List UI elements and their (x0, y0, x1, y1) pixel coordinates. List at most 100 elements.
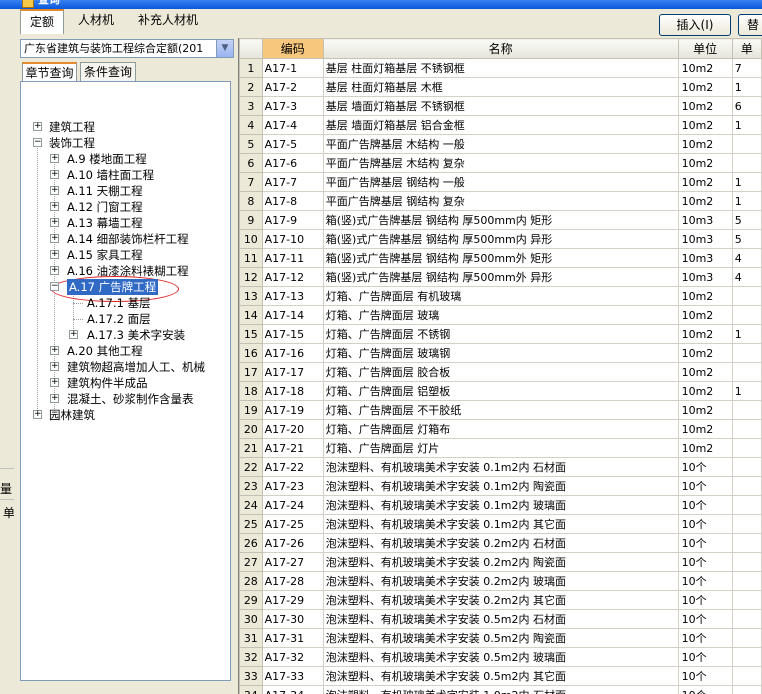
tree-node-label: A.17.2 面层 (87, 312, 151, 326)
table-row[interactable]: 31 A17-31 泡沫塑料、有机玻璃美术字安装 0.5m2内 陶瓷面 10个 (239, 628, 762, 648)
tree-node[interactable]: + A.12 门窗工程 (21, 199, 230, 215)
tree-node[interactable]: − 装饰工程 (21, 135, 230, 151)
code-cell: A17-11 (261, 248, 324, 268)
expand-icon[interactable]: + (50, 202, 59, 211)
table-row[interactable]: 27 A17-27 泡沫塑料、有机玻璃美术字安装 0.2m2内 陶瓷面 10个 (239, 552, 762, 572)
tab-supplementary-materials[interactable]: 补充人材机 (130, 9, 206, 32)
unit-cell: 10个 (677, 495, 733, 515)
expand-icon[interactable]: + (50, 154, 59, 163)
insert-button[interactable]: 插入(I) (659, 14, 731, 36)
table-row[interactable]: 23 A17-23 泡沫塑料、有机玻璃美术字安装 0.1m2内 陶瓷面 10个 (239, 476, 762, 496)
row-number: 12 (239, 267, 263, 287)
header-name[interactable]: 名称 (322, 38, 679, 59)
table-row[interactable]: 14 A17-14 灯箱、广告牌面层 玻璃 10m2 (239, 305, 762, 325)
expand-icon[interactable]: + (33, 410, 42, 419)
table-row[interactable]: 22 A17-22 泡沫塑料、有机玻璃美术字安装 0.1m2内 石材面 10个 (239, 457, 762, 477)
table-row[interactable]: 4 A17-4 基层 墙面灯箱基层 铝合金框 10m2 1 (239, 115, 762, 135)
tree-node[interactable]: + A.20 其他工程 (21, 343, 230, 359)
tab-quota[interactable]: 定额 (20, 9, 64, 34)
replace-button[interactable]: 替 (738, 14, 762, 36)
table-row[interactable]: 11 A17-11 箱(竖)式广告牌基层 钢结构 厚500mm外 矩形 10m3 4 (239, 248, 762, 268)
chevron-down-icon[interactable]: ▼ (216, 40, 233, 57)
expand-icon[interactable]: + (50, 378, 59, 387)
tab-labor-materials[interactable]: 人材机 (70, 9, 122, 32)
tree-node[interactable]: A.17.2 面层 (21, 311, 230, 327)
table-row[interactable]: 32 A17-32 泡沫塑料、有机玻璃美术字安装 0.5m2内 玻璃面 10个 (239, 647, 762, 667)
table-row[interactable]: 16 A17-16 灯箱、广告牌面层 玻璃钢 10m2 (239, 343, 762, 363)
collapse-icon[interactable]: − (50, 282, 59, 291)
expand-icon[interactable]: + (50, 218, 59, 227)
table-row[interactable]: 2 A17-2 基层 柱面灯箱基层 木框 10m2 1 (239, 77, 762, 97)
header-unit[interactable]: 单位 (677, 38, 733, 59)
table-row[interactable]: 30 A17-30 泡沫塑料、有机玻璃美术字安装 0.5m2内 石材面 10个 (239, 609, 762, 629)
table-row[interactable]: 8 A17-8 平面广告牌基层 钢结构 复杂 10m2 1 (239, 191, 762, 211)
table-row[interactable]: 19 A17-19 灯箱、广告牌面层 不干胶纸 10m2 (239, 400, 762, 420)
tree-node[interactable]: + A.13 幕墙工程 (21, 215, 230, 231)
table-row[interactable]: 24 A17-24 泡沫塑料、有机玻璃美术字安装 0.1m2内 玻璃面 10个 (239, 495, 762, 515)
table-row[interactable]: 10 A17-10 箱(竖)式广告牌基层 钢结构 厚500mm内 异形 10m3 5 (239, 229, 762, 249)
tree-node[interactable]: + A.16 油漆涂料裱糊工程 (21, 263, 230, 279)
tree-node[interactable]: + A.11 天棚工程 (21, 183, 230, 199)
library-select[interactable]: 广东省建筑与装饰工程综合定额(201 ▼ (20, 39, 234, 58)
tree-node[interactable]: + A.10 墙柱面工程 (21, 167, 230, 183)
tree-node[interactable]: + 园林建筑 (21, 407, 230, 423)
expand-icon[interactable]: + (50, 250, 59, 259)
table-row[interactable]: 7 A17-7 平面广告牌基层 钢结构 一般 10m2 1 (239, 172, 762, 192)
table-row[interactable]: 5 A17-5 平面广告牌基层 木结构 一般 10m2 (239, 134, 762, 154)
table-row[interactable]: 29 A17-29 泡沫塑料、有机玻璃美术字安装 0.2m2内 其它面 10个 (239, 590, 762, 610)
table-row[interactable]: 28 A17-28 泡沫塑料、有机玻璃美术字安装 0.2m2内 玻璃面 10个 (239, 571, 762, 591)
table-row[interactable]: 12 A17-12 箱(竖)式广告牌基层 钢结构 厚500mm外 异形 10m3 4 (239, 267, 762, 287)
tree-node[interactable]: + A.14 细部装饰栏杆工程 (21, 231, 230, 247)
expand-icon[interactable]: + (33, 122, 42, 131)
tree-node[interactable]: A.17.1 基层 (21, 295, 230, 311)
tab-condition-query[interactable]: 条件查询 (80, 62, 136, 81)
code-cell: A17-14 (261, 305, 324, 325)
table-row[interactable]: 17 A17-17 灯箱、广告牌面层 胶合板 10m2 (239, 362, 762, 382)
table-row[interactable]: 9 A17-9 箱(竖)式广告牌基层 钢结构 厚500mm内 矩形 10m3 5 (239, 210, 762, 230)
table-row[interactable]: 21 A17-21 灯箱、广告牌面层 灯片 10m2 (239, 438, 762, 458)
tree-node[interactable]: + 建筑物超高增加人工、机械 (21, 359, 230, 375)
row-number: 34 (239, 685, 263, 694)
tab-chapter-query[interactable]: 章节查询 (22, 62, 77, 82)
expand-icon[interactable]: + (50, 394, 59, 403)
tree-node[interactable]: + A.9 楼地面工程 (21, 151, 230, 167)
table-row[interactable]: 3 A17-3 基层 墙面灯箱基层 不锈钢框 10m2 6 (239, 96, 762, 116)
header-price[interactable]: 单 (731, 38, 762, 59)
expand-icon[interactable]: + (50, 362, 59, 371)
expand-icon[interactable]: + (50, 234, 59, 243)
expand-icon[interactable]: + (69, 330, 78, 339)
table-row[interactable]: 26 A17-26 泡沫塑料、有机玻璃美术字安装 0.2m2内 石材面 10个 (239, 533, 762, 553)
header-code[interactable]: 编码 (261, 38, 324, 59)
table-row[interactable]: 20 A17-20 灯箱、广告牌面层 灯箱布 10m2 (239, 419, 762, 439)
name-cell: 泡沫塑料、有机玻璃美术字安装 0.1m2内 其它面 (322, 514, 679, 534)
table-row[interactable]: 34A17-34泡沫塑料、有机玻璃美术字安装 1.0m2内 石材面10个 (239, 685, 762, 694)
unit-cell: 10m2 (677, 134, 733, 154)
tree-node[interactable]: + 建筑构件半成品 (21, 375, 230, 391)
tree-node[interactable]: + 混凝土、砂浆制作含量表 (21, 391, 230, 407)
table-row[interactable]: 13 A17-13 灯箱、广告牌面层 有机玻璃 10m2 (239, 286, 762, 306)
price-cell: 5 (731, 210, 762, 230)
table-row[interactable]: 6 A17-6 平面广告牌基层 木结构 复杂 10m2 (239, 153, 762, 173)
tree-node[interactable]: − A.17 广告牌工程 (21, 279, 230, 295)
expand-icon[interactable]: + (50, 186, 59, 195)
table-row[interactable]: 25 A17-25 泡沫塑料、有机玻璃美术字安装 0.1m2内 其它面 10个 (239, 514, 762, 534)
table-body: 1 A17-1 基层 柱面灯箱基层 不锈钢框 10m2 7 2 A17-2 基层 柱面灯箱基层… (239, 58, 762, 694)
collapse-icon[interactable]: − (33, 138, 42, 147)
tree-node[interactable]: + A.15 家具工程 (21, 247, 230, 263)
tree-node[interactable]: + 建筑工程 (21, 119, 230, 135)
tree-node[interactable]: + A.17.3 美术字安装 (21, 327, 230, 343)
price-cell (731, 438, 762, 458)
code-cell: A17-21 (261, 438, 324, 458)
price-cell: 6 (731, 96, 762, 116)
expand-icon[interactable]: + (50, 266, 59, 275)
table-row[interactable]: 18 A17-18 灯箱、广告牌面层 铝塑板 10m2 1 (239, 381, 762, 401)
expand-icon[interactable]: + (50, 170, 59, 179)
left-panel: 广东省建筑与装饰工程综合定额(201 ▼ 章节查询 条件查询 + 建筑工程 − 装饰工… (14, 34, 237, 694)
price-cell (731, 457, 762, 477)
table-row[interactable]: 15 A17-15 灯箱、广告牌面层 不锈钢 10m2 1 (239, 324, 762, 344)
expand-icon[interactable]: + (50, 346, 59, 355)
unit-cell: 10个 (677, 647, 733, 667)
table-row[interactable]: 33 A17-33 泡沫塑料、有机玻璃美术字安装 0.5m2内 其它面 10个 (239, 666, 762, 686)
table-row[interactable]: 1 A17-1 基层 柱面灯箱基层 不锈钢框 10m2 7 (239, 58, 762, 78)
tree-node-label: A.11 天棚工程 (67, 184, 143, 198)
